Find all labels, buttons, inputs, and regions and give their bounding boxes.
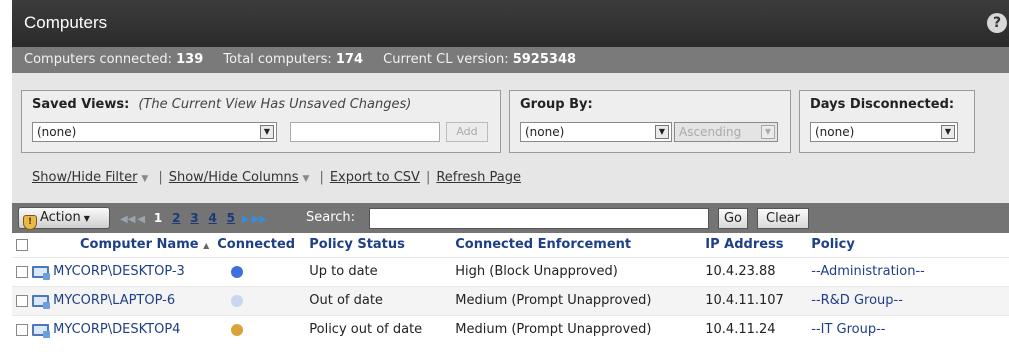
page-link-2[interactable]: 2 [172,211,180,225]
next-page-icon[interactable]: ▶ [242,214,250,225]
row-checkbox[interactable] [16,265,28,278]
policy-status-cell: Policy out of date [305,314,452,344]
table-row[interactable]: MYCORP\DESKTOP-3 Up to date High (Block … [12,256,1009,286]
show-hide-filter-link[interactable]: Show/Hide Filter [32,170,137,185]
chevron-down-icon: ▼ [941,125,955,139]
col-header-ip[interactable]: IP Address [701,233,807,257]
select-all-cell [12,233,32,257]
table-header-row: Computer Name ▲ Connected Policy Status … [12,233,1009,257]
chevron-down-icon: ▼ [761,125,775,139]
policy-status-cell: Up to date [305,256,452,286]
stat-total: Total computers: 174 [223,52,364,67]
go-button[interactable]: Go [718,208,748,229]
page-link-4[interactable]: 4 [208,211,216,225]
panel-title: Computers [24,13,108,32]
col-header-policy-status[interactable]: Policy Status [305,233,451,257]
name-cell: MYCORP\DESKTOP-3 [12,256,214,286]
stats-bar: Computers connected: 139 Total computers… [12,47,1009,73]
divider: | [425,170,431,185]
days-disconnected-box: Days Disconnected: (none) ▼ [799,90,975,153]
connected-cell [213,314,306,344]
last-page-icon[interactable]: ▶▶ [252,214,267,225]
add-view-button[interactable]: Add [446,122,488,142]
view-links: Show/Hide Filter ▼ | Show/Hide Columns ▼ | Exp… [32,170,521,185]
name-cell: MYCORP\DESKTOP4 [12,314,214,344]
view-name-input[interactable] [290,122,440,142]
first-page-icon[interactable]: ◀◀ [120,214,135,225]
group-by-select[interactable]: (none) ▼ [520,122,672,142]
chevron-down-icon: ▼ [83,214,90,223]
computer-icon [32,265,50,280]
shield-icon: ! [23,215,37,230]
days-disconnected-label: Days Disconnected: [810,97,955,112]
page-link-3[interactable]: 3 [190,211,198,225]
select-all-checkbox[interactable] [16,238,28,251]
enforcement-cell: High (Block Unapproved) [451,256,702,286]
connection-status-dot [231,294,244,307]
computer-name-link[interactable]: MYCORP\DESKTOP4 [53,322,180,337]
col-header-policy[interactable]: Policy [807,233,1009,257]
enforcement-cell: Medium (Prompt Unapproved) [451,285,702,315]
stat-connected: Computers connected: 139 [24,52,204,67]
panel-header: Computers ? [12,0,1009,47]
computer-name-link[interactable]: MYCORP\LAPTOP-6 [53,293,175,308]
divider: | [319,170,324,185]
pagination: ◀◀ ◀ 1 2 3 4 5 ▶ ▶▶ [120,211,269,225]
export-csv-link[interactable]: Export to CSV [330,170,420,185]
ip-cell: 10.4.23.88 [701,256,808,286]
computer-icon [32,294,50,309]
row-checkbox[interactable] [16,323,28,336]
name-cell: MYCORP\LAPTOP-6 [12,285,214,315]
enforcement-cell: Medium (Prompt Unapproved) [451,314,702,344]
policy-status-cell: Out of date [305,285,452,315]
row-checkbox[interactable] [16,294,28,307]
chevron-down-icon[interactable]: ▼ [303,174,310,184]
ip-cell: 10.4.11.24 [701,314,808,344]
table-toolbar: ! Action ▼ ◀◀ ◀ 1 2 3 4 5 ▶ ▶▶ Search: Go Cl… [12,203,1009,233]
sort-asc-icon: ▲ [203,241,210,251]
group-by-label: Group By: [520,97,593,112]
page-link-1[interactable]: 1 [154,211,162,225]
col-header-enforcement[interactable]: Connected Enforcement [451,233,701,257]
table-row[interactable]: MYCORP\DESKTOP4 Policy out of date Mediu… [12,314,1009,344]
ip-cell: 10.4.11.107 [701,285,808,315]
action-button[interactable]: ! Action ▼ [18,207,110,230]
chevron-down-icon[interactable]: ▼ [141,174,148,184]
policy-cell[interactable]: --IT Group-- [807,314,1009,344]
stat-cl-version: Current CL version: 5925348 [383,52,577,67]
computer-icon [32,323,50,338]
prev-page-icon[interactable]: ◀ [137,214,145,225]
saved-views-select[interactable]: (none) ▼ [32,122,277,142]
sort-order-select[interactable]: Ascending ▼ [674,122,778,142]
connected-cell [213,256,306,286]
search-input[interactable] [369,208,709,229]
table-row[interactable]: MYCORP\LAPTOP-6 Out of date Medium (Prom… [12,285,1009,315]
col-header-connected[interactable]: Connected [213,233,305,257]
policy-cell[interactable]: --R&D Group-- [807,285,1009,315]
show-hide-columns-link[interactable]: Show/Hide Columns [169,170,299,185]
col-header-name[interactable]: Computer Name ▲ [32,233,213,257]
chevron-down-icon: ▼ [260,125,274,139]
connection-status-dot [231,265,244,278]
computers-table: Computer Name ▲ Connected Policy Status … [12,233,1009,344]
group-by-box: Group By: (none) ▼ Ascending ▼ [509,90,791,153]
days-disconnected-select[interactable]: (none) ▼ [810,122,958,142]
chevron-down-icon: ▼ [655,125,669,139]
clear-button[interactable]: Clear [757,208,809,229]
help-icon[interactable]: ? [987,13,1007,33]
connected-cell [213,285,306,315]
computer-name-link[interactable]: MYCORP\DESKTOP-3 [53,264,185,279]
divider: | [158,170,163,185]
refresh-page-link[interactable]: Refresh Page [436,170,521,185]
filter-panel: Saved Views: (The Current View Has Unsav… [12,73,1009,203]
page-link-5[interactable]: 5 [227,211,235,225]
policy-cell[interactable]: --Administration-- [807,256,1009,286]
saved-views-label: Saved Views: (The Current View Has Unsav… [32,97,412,112]
saved-views-box: Saved Views: (The Current View Has Unsav… [21,90,501,153]
search-label: Search: [306,210,356,225]
connection-status-dot [231,323,244,336]
